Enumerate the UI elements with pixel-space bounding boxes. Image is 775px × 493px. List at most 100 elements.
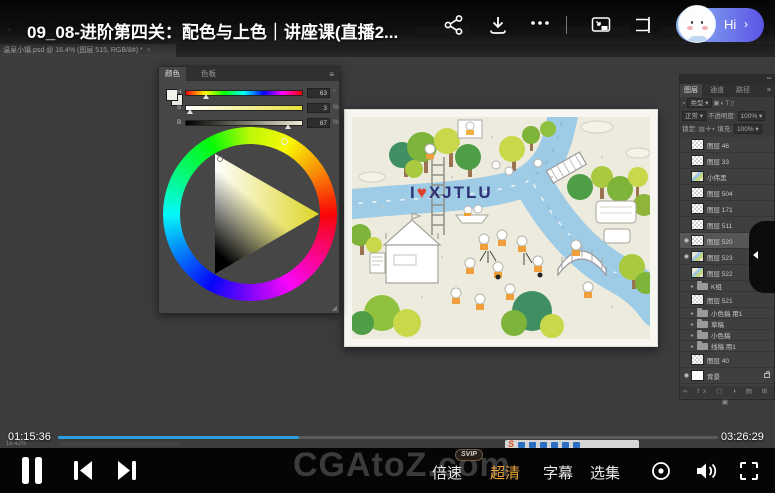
- tab-paths[interactable]: 路径: [732, 84, 754, 97]
- layer-row[interactable]: 小伟黑: [680, 169, 774, 185]
- pip-icon[interactable]: [590, 14, 612, 36]
- layer-thumbnail[interactable]: [691, 155, 704, 166]
- blend-mode-row: 正常 ▾ 不透明度: 100% ▾: [680, 111, 774, 123]
- layer-row[interactable]: 图层 504: [680, 185, 774, 201]
- layer-row[interactable]: ▸ 草稿: [680, 318, 774, 330]
- layer-name[interactable]: 图层 504: [707, 188, 772, 198]
- layer-name[interactable]: 小色稿: [711, 330, 772, 340]
- layer-thumbnail[interactable]: [691, 267, 704, 278]
- more-icon[interactable]: [529, 12, 551, 34]
- pause-button[interactable]: [21, 457, 43, 487]
- overlay-blob: [749, 221, 775, 293]
- next-episode-button[interactable]: [116, 460, 138, 484]
- layer-name[interactable]: 图层 33: [707, 156, 772, 166]
- layer-name[interactable]: 小色稿 用1: [711, 308, 772, 318]
- artwork-slogan: I♥XJTLU: [410, 183, 493, 202]
- saturation-value[interactable]: 3: [307, 103, 330, 113]
- subtitles-button[interactable]: 字幕: [543, 462, 573, 483]
- hue-value[interactable]: 63: [307, 88, 330, 98]
- layer-filter-select[interactable]: 类型 ▾: [687, 98, 712, 108]
- panel-menu-icon[interactable]: ≡: [767, 84, 771, 97]
- layer-name[interactable]: 图层 46: [707, 140, 772, 150]
- visibility-eye-icon[interactable]: ◉: [682, 237, 691, 244]
- color-wheel[interactable]: [163, 127, 337, 301]
- layer-thumbnail[interactable]: [691, 139, 704, 150]
- layer-thumbnail[interactable]: [691, 294, 704, 305]
- layers-footer-icons[interactable]: ∞ fx ▢ ◑ ▤ ⊞ ▣: [680, 386, 774, 406]
- tab-swatches[interactable]: 色板: [195, 67, 222, 81]
- layer-row[interactable]: 图层 33: [680, 153, 774, 169]
- tab-channels[interactable]: 通道: [706, 84, 728, 97]
- download-icon[interactable]: [487, 14, 509, 36]
- folder-icon: [697, 329, 708, 339]
- filter-type-icons[interactable]: ▣◐T▯: [713, 100, 735, 107]
- visibility-eye-icon[interactable]: ◉: [682, 253, 691, 260]
- panel-menu-icon[interactable]: ≡: [329, 70, 335, 79]
- layer-thumbnail[interactable]: [691, 235, 704, 246]
- playback-speed-button[interactable]: 倍速: [432, 462, 462, 483]
- layer-name[interactable]: 图层 521: [707, 295, 772, 305]
- volume-icon[interactable]: [694, 460, 718, 485]
- progress-bar[interactable]: [58, 436, 718, 439]
- layer-row[interactable]: ◉ 背景: [680, 368, 774, 384]
- total-duration: 03:26:29: [721, 431, 764, 443]
- layer-name[interactable]: 线稿 用1: [711, 341, 772, 351]
- ps-color-panel: 颜色 色板 ≡ H 63 ° S 3 % B 87 % ◢: [158, 66, 340, 314]
- folder-icon: [697, 340, 708, 350]
- layer-thumbnail[interactable]: [691, 370, 704, 381]
- recorder-icon: [540, 441, 548, 448]
- folder-icon: [697, 280, 708, 290]
- panel-dock-bar: ▪▪: [680, 75, 774, 84]
- layer-row[interactable]: 图层 40: [680, 352, 774, 368]
- share-icon[interactable]: [443, 14, 465, 36]
- photoshop-screen: ⌕ 温泉小镇.psd @ 16.4% (图层 515, RGB/8#) * ×: [0, 0, 775, 449]
- layer-name[interactable]: 图层 171: [707, 204, 772, 214]
- player-control-bar: CGAtoZ.com 倍速 SVIP 超清 字幕 选集: [0, 446, 775, 493]
- record-settings-icon[interactable]: [650, 460, 672, 485]
- visibility-eye-icon[interactable]: ◉: [682, 372, 691, 379]
- layer-row[interactable]: ▸ 小色稿: [680, 329, 774, 341]
- layer-row[interactable]: ▸ 线稿 用1: [680, 340, 774, 352]
- ps-canvas[interactable]: I♥XJTLU: [344, 109, 658, 347]
- recorder-icon: [573, 441, 581, 448]
- fill-select[interactable]: 100% ▾: [733, 124, 762, 134]
- layers-panel-tabs: 图层 通道 路径 ≡: [680, 84, 774, 97]
- layer-name[interactable]: 草稿: [711, 319, 772, 329]
- layer-row[interactable]: ▸ 小色稿 用1: [680, 307, 774, 319]
- lock-icon: [764, 371, 770, 378]
- layer-name[interactable]: 小伟黑: [707, 172, 772, 182]
- cast-icon[interactable]: [632, 14, 654, 36]
- layer-row[interactable]: 图层 46: [680, 137, 774, 153]
- layer-name[interactable]: 背景: [707, 371, 764, 381]
- tab-layers[interactable]: 图层: [680, 84, 702, 97]
- blend-mode-select[interactable]: 正常 ▾: [682, 111, 707, 121]
- video-player: ⌕ 温泉小镇.psd @ 16.4% (图层 515, RGB/8#) * ×: [0, 0, 775, 493]
- layer-thumbnail[interactable]: [691, 251, 704, 262]
- lock-icons[interactable]: ▨✛▪: [699, 126, 716, 133]
- layer-thumbnail[interactable]: [691, 203, 704, 214]
- layer-thumbnail[interactable]: [691, 171, 704, 182]
- hue-ring-marker[interactable]: [281, 138, 288, 145]
- illustration-svg: [352, 117, 650, 338]
- opacity-select[interactable]: 100% ▾: [737, 111, 766, 121]
- layer-row[interactable]: 图层 521: [680, 292, 774, 308]
- layer-row[interactable]: 图层 171: [680, 201, 774, 217]
- account-button[interactable]: Hi ›: [676, 5, 764, 43]
- layer-name[interactable]: 图层 40: [707, 355, 772, 365]
- triangle-marker[interactable]: [217, 156, 223, 162]
- quality-button[interactable]: 超清: [490, 462, 520, 483]
- layer-thumbnail[interactable]: [691, 219, 704, 230]
- layer-thumbnail[interactable]: [691, 187, 704, 198]
- panel-resize-grip[interactable]: ◢: [332, 304, 337, 312]
- previous-episode-button[interactable]: [72, 460, 94, 484]
- fg-bg-swatches[interactable]: [166, 89, 186, 109]
- recorder-icon: [551, 441, 559, 448]
- tab-color[interactable]: 颜色: [159, 67, 186, 81]
- lock-row: 锁定: ▨✛▪ 填充: 100% ▾: [680, 124, 774, 136]
- layer-thumbnail[interactable]: [691, 354, 704, 365]
- recorder-icon: [518, 441, 526, 448]
- chevron-right-icon: ›: [744, 17, 748, 31]
- layers-filter-row: ⌕ 类型 ▾ ▣◐T▯: [682, 98, 735, 108]
- episodes-button[interactable]: 选集: [590, 462, 620, 483]
- fullscreen-icon[interactable]: [738, 460, 760, 485]
